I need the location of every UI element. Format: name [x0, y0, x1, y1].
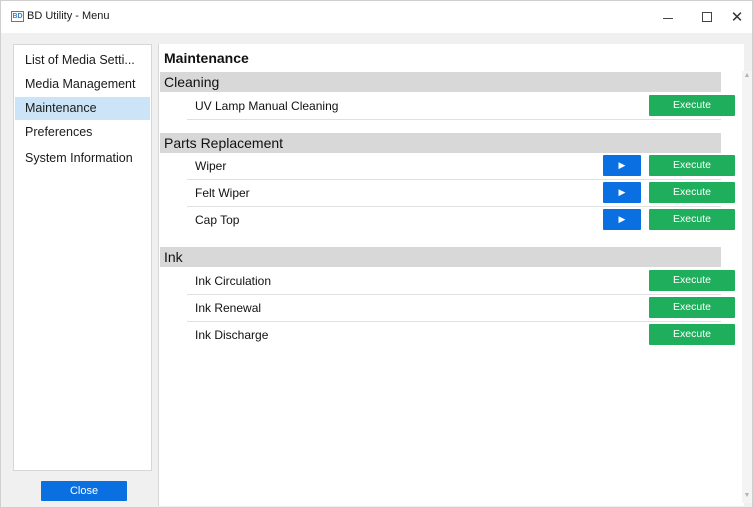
maintenance-row-uv-lamp-manual-cleaning: UV Lamp Manual Cleaning Execute: [187, 94, 735, 120]
app-window: BD BD Utility - Menu ✕ List of Media Set…: [0, 0, 753, 508]
sidebar-item-system-information[interactable]: System Information: [15, 147, 150, 170]
sidebar-item-list-of-media-settings[interactable]: List of Media Setti...: [15, 49, 150, 72]
sidebar-nav: List of Media Setti... Media Management …: [13, 44, 152, 471]
execute-button-ink-renewal[interactable]: Execute: [649, 297, 735, 318]
row-label: Ink Discharge: [195, 328, 269, 342]
execute-button-cap-top[interactable]: Execute: [649, 209, 735, 230]
vertical-scrollbar[interactable]: ▲ ▼: [742, 71, 752, 503]
page-title: Maintenance: [164, 50, 249, 66]
row-label: Ink Circulation: [195, 274, 272, 288]
row-label: Felt Wiper: [195, 186, 250, 200]
section-header-ink: Ink: [160, 247, 721, 267]
close-icon: ✕: [730, 9, 744, 26]
row-label: Cap Top: [195, 213, 240, 227]
close-button[interactable]: Close: [41, 481, 127, 501]
maintenance-row-wiper: Wiper ▶ Execute: [187, 154, 735, 180]
scroll-up-icon[interactable]: ▲: [742, 71, 752, 81]
execute-button-felt-wiper[interactable]: Execute: [649, 182, 735, 203]
maximize-icon: [702, 12, 712, 22]
window-close-button[interactable]: ✕: [717, 1, 753, 33]
minimize-button[interactable]: [648, 1, 688, 33]
execute-button-ink-discharge[interactable]: Execute: [649, 324, 735, 345]
scroll-down-icon[interactable]: ▼: [742, 491, 752, 501]
maintenance-row-cap-top: Cap Top ▶ Execute: [187, 208, 735, 234]
section-header-parts-replacement: Parts Replacement: [160, 133, 721, 153]
execute-button-uv-lamp-manual-cleaning[interactable]: Execute: [649, 95, 735, 116]
execute-button-ink-circulation[interactable]: Execute: [649, 270, 735, 291]
play-icon: ▶: [618, 187, 626, 197]
play-icon: ▶: [618, 214, 626, 224]
execute-button-wiper[interactable]: Execute: [649, 155, 735, 176]
play-button-felt-wiper[interactable]: ▶: [603, 182, 641, 203]
play-button-cap-top[interactable]: ▶: [603, 209, 641, 230]
row-label: Wiper: [195, 159, 227, 173]
maintenance-row-felt-wiper: Felt Wiper ▶ Execute: [187, 181, 735, 207]
main-panel: Maintenance Cleaning UV Lamp Manual Clea…: [158, 44, 744, 506]
window-title: BD Utility - Menu: [27, 10, 110, 22]
maintenance-row-ink-discharge: Ink Discharge Execute: [187, 323, 735, 349]
app-logo-icon: BD: [11, 11, 24, 22]
play-icon: ▶: [618, 160, 626, 170]
play-button-wiper[interactable]: ▶: [603, 155, 641, 176]
maintenance-row-ink-renewal: Ink Renewal Execute: [187, 296, 735, 322]
row-label: Ink Renewal: [195, 301, 262, 315]
minimize-icon: [663, 17, 673, 19]
sidebar-item-maintenance[interactable]: Maintenance: [15, 97, 150, 120]
sidebar-item-media-management[interactable]: Media Management: [15, 73, 150, 96]
sidebar-item-preferences[interactable]: Preferences: [15, 121, 150, 144]
maintenance-row-ink-circulation: Ink Circulation Execute: [187, 269, 735, 295]
title-bar: BD BD Utility - Menu ✕: [1, 1, 752, 33]
section-header-cleaning: Cleaning: [160, 72, 721, 92]
row-label: UV Lamp Manual Cleaning: [195, 99, 339, 113]
